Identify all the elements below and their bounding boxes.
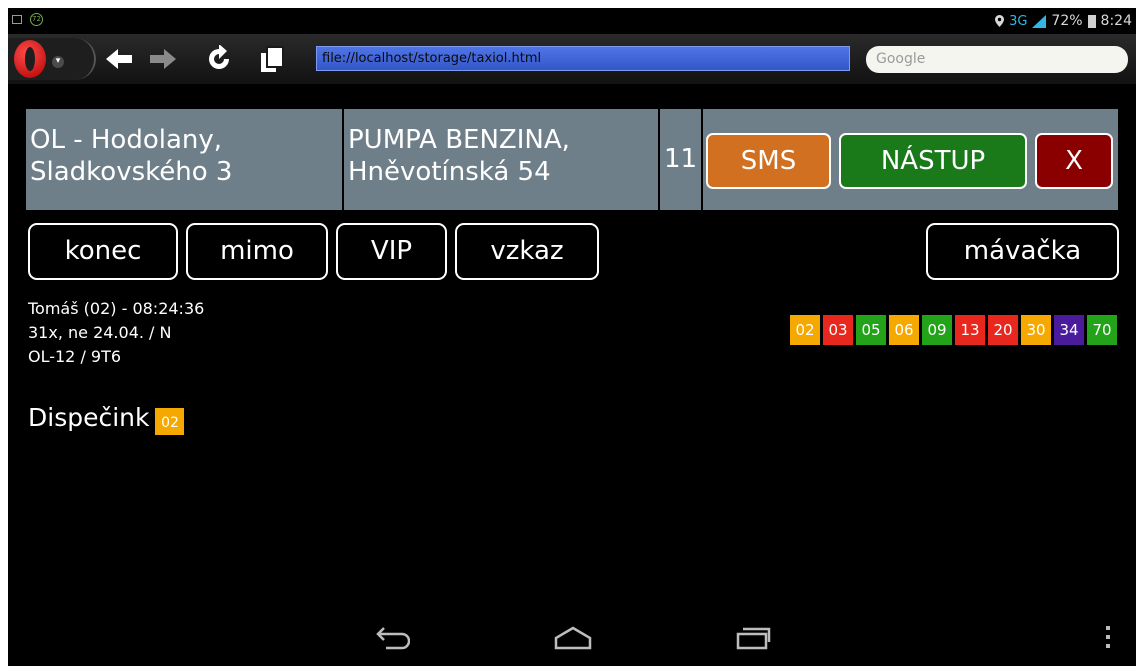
browser-toolbar: ▾ file://localhost/storage/taxiol.html G… — [8, 34, 1136, 84]
tabs-icon[interactable] — [258, 45, 288, 73]
driver-badge: 02 — [790, 315, 820, 345]
status-bar-right: 3G 72% 8:24 — [995, 11, 1132, 31]
home-nav-icon[interactable] — [553, 624, 593, 652]
destination-line-2: Hněvotínská 54 — [348, 157, 551, 187]
back-arrow-icon[interactable] — [104, 45, 134, 73]
pickup-line-2: Sladkovského 3 — [30, 157, 233, 187]
destination-address: PUMPA BENZINA, Hněvotínská 54 — [344, 109, 658, 210]
opera-menu-button[interactable]: ▾ — [8, 38, 96, 80]
vzkaz-button[interactable]: vzkaz — [455, 223, 599, 280]
location-pin-icon — [995, 15, 1005, 27]
close-button[interactable]: X — [1035, 133, 1113, 189]
reload-icon[interactable] — [204, 45, 234, 73]
mimo-button[interactable]: mimo — [186, 223, 328, 280]
recent-apps-icon[interactable] — [735, 624, 771, 652]
driver-badge: 13 — [955, 315, 985, 345]
dispatch-label: Dispečink — [28, 402, 150, 432]
menu-dropdown-glyph: ▾ — [55, 56, 61, 66]
nastup-button[interactable]: NÁSTUP — [839, 133, 1027, 189]
driver-badge: 03 — [823, 315, 853, 345]
destination-line-1: PUMPA BENZINA, — [348, 125, 570, 155]
konec-button[interactable]: konec — [28, 223, 178, 280]
driver-badges: 02 03 05 06 09 13 20 30 34 70 — [787, 315, 1117, 345]
search-input[interactable]: Google — [866, 46, 1128, 73]
order-number: 11 — [663, 144, 698, 174]
menu-dropdown-icon: ▾ — [52, 56, 64, 68]
driver-badge: 30 — [1021, 315, 1051, 345]
notification-badge: 72 — [32, 15, 41, 23]
driver-badge: 20 — [988, 315, 1018, 345]
pickup-line-1: OL - Hodolany, — [30, 125, 223, 155]
pickup-address: OL - Hodolany, Sladkovského 3 — [26, 109, 342, 210]
back-nav-icon[interactable] — [374, 624, 410, 652]
image-notification-icon — [12, 15, 22, 24]
overflow-menu-icon[interactable] — [1103, 624, 1113, 650]
status-time: 8:24 — [1100, 13, 1132, 29]
sms-button[interactable]: SMS — [706, 133, 831, 189]
battery-percent: 72% — [1051, 13, 1083, 29]
driver-info: Tomáš (02) - 08:24:36 — [28, 299, 205, 318]
screen: 72 3G 72% 8:24 ▾ file://localhost/storag… — [8, 8, 1136, 666]
url-bar[interactable]: file://localhost/storage/taxiol.html — [316, 46, 850, 71]
driver-badge: 09 — [922, 315, 952, 345]
driver-badge: 05 — [856, 315, 886, 345]
vehicle-info: OL-12 / 9T6 — [28, 347, 122, 366]
dispatch-badge: 02 — [155, 408, 185, 435]
opera-logo-icon — [14, 40, 46, 78]
vip-button[interactable]: VIP — [336, 223, 447, 280]
driver-badge: 34 — [1054, 315, 1084, 345]
mavacka-button[interactable]: mávačka — [926, 223, 1119, 280]
dispatch-row: Dispečink 02 — [28, 400, 185, 435]
forward-arrow-icon[interactable] — [148, 45, 178, 73]
driver-badge: 06 — [889, 315, 919, 345]
navigation-bar — [8, 608, 1136, 666]
battery-icon — [1087, 14, 1096, 28]
order-row: OL - Hodolany, Sladkovského 3 PUMPA BENZ… — [26, 109, 1118, 210]
network-type: 3G — [1009, 13, 1028, 29]
status-bar: 72 3G 72% 8:24 — [8, 8, 1136, 34]
opera-notification-icon: 72 — [30, 13, 43, 26]
signal-icon — [1032, 14, 1047, 28]
cell-divider — [701, 109, 703, 210]
driver-badge: 70 — [1087, 315, 1117, 345]
shift-stats: 31x, ne 24.04. / N — [28, 323, 172, 342]
